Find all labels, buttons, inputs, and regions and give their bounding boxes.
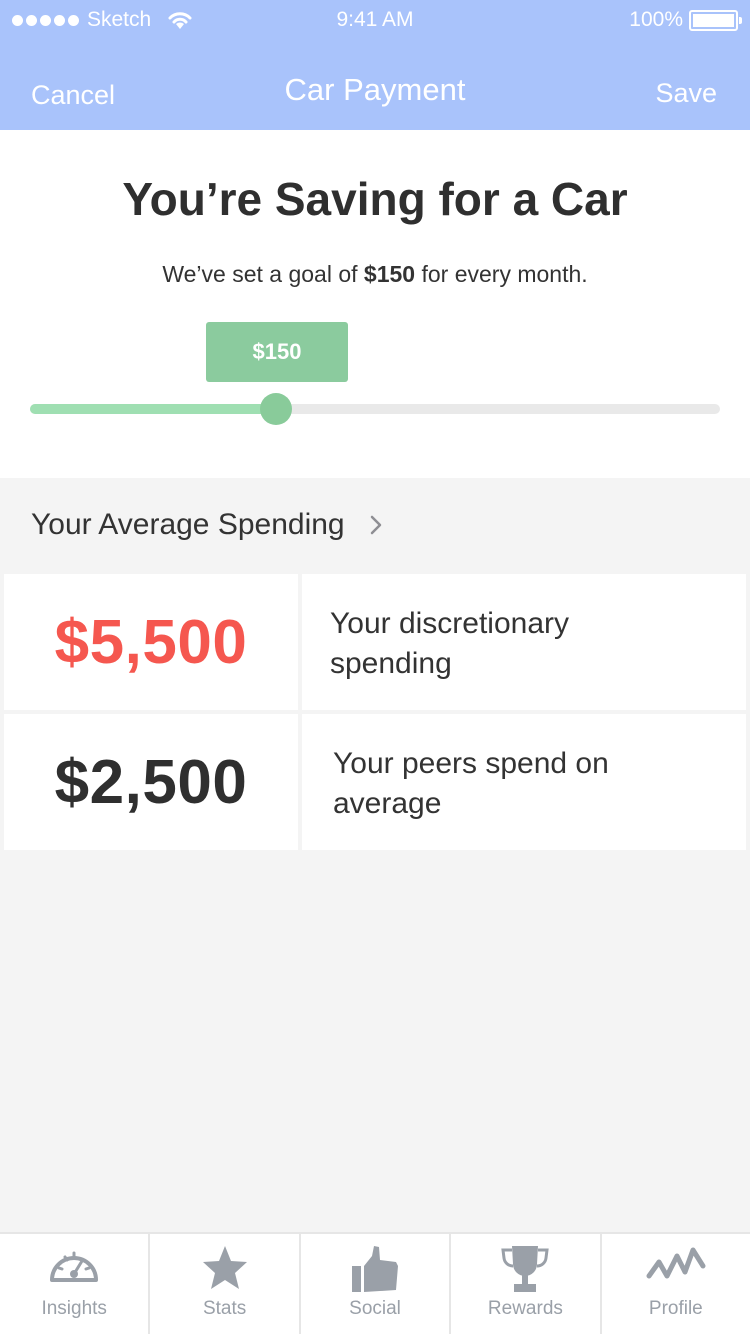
chevron-right-icon: [370, 515, 381, 535]
tab-bar: Insights Stats Social Rewards Profile: [0, 1232, 750, 1334]
tab-label: Profile: [648, 1298, 703, 1319]
tab-rewards[interactable]: Rewards: [451, 1234, 602, 1334]
save-button[interactable]: Save: [655, 78, 717, 109]
goal-subtitle: We’ve set a goal of $150 for every month…: [0, 261, 750, 288]
page-title: Car Payment: [284, 72, 466, 107]
goal-slider[interactable]: [30, 393, 720, 425]
slider-thumb[interactable]: [260, 393, 293, 425]
tab-profile[interactable]: Profile: [602, 1234, 750, 1334]
status-bar: Sketch 9:41 AM 100%: [0, 0, 750, 40]
peers-amount-card: $2,500: [4, 714, 298, 850]
discretionary-amount: $5,500: [54, 607, 248, 677]
gauge-icon: [50, 1251, 99, 1282]
slider-value-badge: $150: [206, 322, 348, 382]
goal-panel: You’re Saving for a Car We’ve set a goal…: [0, 130, 750, 478]
tab-label: Stats: [202, 1298, 247, 1319]
peers-label: Your peers spend on average: [333, 747, 609, 820]
discretionary-label-card: Your discretionary spending: [302, 574, 746, 710]
header: Sketch 9:41 AM 100% Cancel Car Payment S…: [0, 0, 750, 130]
goal-subtitle-pre: We’ve set a goal of: [162, 261, 364, 287]
tab-insights[interactable]: Insights: [0, 1234, 151, 1334]
tab-stats[interactable]: Stats: [150, 1234, 301, 1334]
activity-icon: [646, 1247, 706, 1279]
goal-subtitle-amount: $150: [363, 261, 416, 287]
thumbs-up-icon: [352, 1246, 399, 1292]
status-right: 100%: [629, 8, 742, 32]
trophy-icon: [501, 1246, 550, 1292]
peers-label-card: Your peers spend on average: [302, 714, 746, 850]
discretionary-label: Your discretionary spending: [330, 607, 570, 680]
tab-label: Social: [349, 1298, 401, 1319]
average-spending-row[interactable]: Your Average Spending: [0, 478, 750, 572]
average-spending-label: Your Average Spending: [31, 508, 345, 541]
battery-icon: [689, 9, 742, 31]
slider-fill: [30, 404, 277, 414]
tab-label: Insights: [41, 1298, 107, 1319]
goal-title: You’re Saving for a Car: [122, 173, 628, 225]
peers-amount: $2,500: [54, 747, 248, 817]
tab-label: Rewards: [487, 1298, 563, 1319]
goal-subtitle-post: for every month.: [415, 261, 588, 287]
battery-percent: 100%: [629, 8, 683, 31]
star-icon: [202, 1246, 247, 1289]
tab-social[interactable]: Social: [301, 1234, 452, 1334]
discretionary-amount-card: $5,500: [4, 574, 298, 710]
